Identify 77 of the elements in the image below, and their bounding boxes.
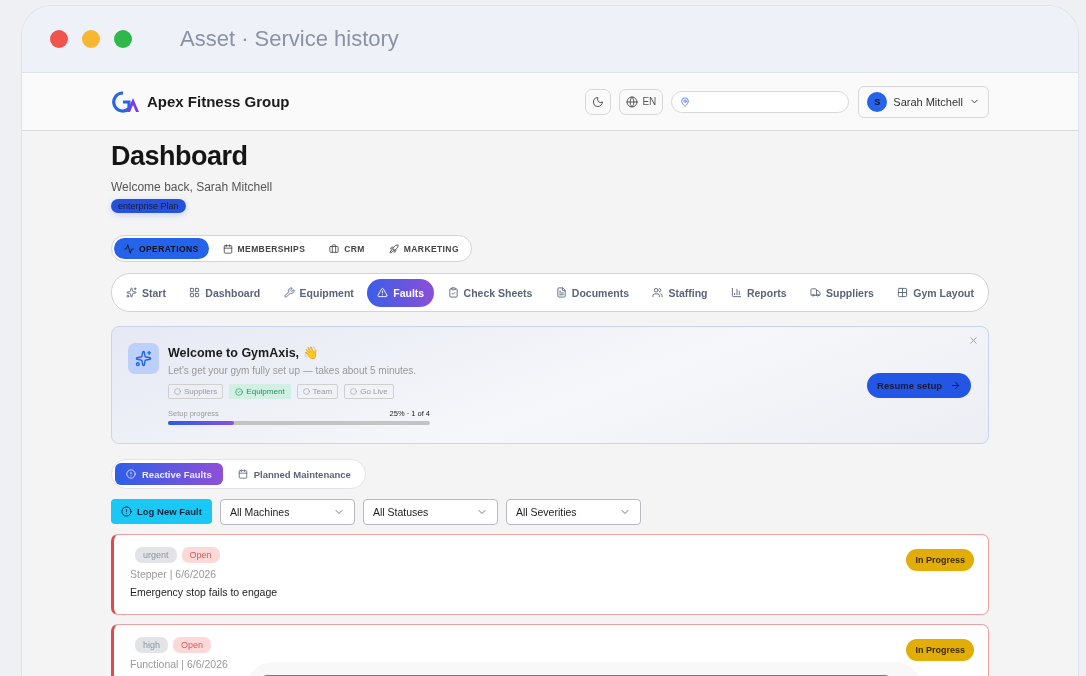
module-tab[interactable]: Documents — [545, 278, 640, 307]
alert-circle-icon — [121, 506, 132, 517]
setup-step-chip: Team — [296, 384, 339, 399]
setup-step-chip: Go Live — [344, 384, 394, 399]
fault-title: Emergency stop fails to engage — [130, 586, 278, 598]
location-field[interactable] — [671, 90, 850, 113]
user-avatar: S — [867, 91, 888, 112]
truck-icon — [810, 287, 822, 298]
filter-dropdown[interactable]: All Statuses — [362, 499, 498, 525]
module-tab[interactable]: Gym Layout — [887, 278, 984, 307]
logo-icon — [111, 89, 139, 114]
log-fault-button[interactable]: Log New Fault — [111, 499, 212, 524]
location-pin-icon — [680, 96, 691, 107]
clipboard-icon — [447, 287, 459, 298]
briefcase-icon — [329, 243, 340, 254]
module-tab[interactable]: Reports — [720, 278, 797, 307]
module-tab[interactable]: Start — [116, 278, 176, 307]
page-title: Dashboard — [111, 141, 249, 172]
setup-subtitle: Let's get your gym fully set up — takes about 5 minutes. — [168, 365, 418, 376]
circle-icon — [302, 388, 310, 395]
sparkle-icon — [126, 287, 137, 298]
grid-icon — [897, 287, 909, 298]
language-button[interactable]: EN — [619, 88, 664, 115]
warning-icon — [377, 287, 389, 298]
theme-toggle-button[interactable] — [585, 88, 612, 115]
rocket-icon — [388, 243, 399, 254]
setup-step-chip: Equipment — [229, 384, 291, 399]
module-tab[interactable]: Faults — [367, 278, 435, 307]
module-tab[interactable]: Equipment — [273, 278, 364, 307]
user-menu-button[interactable]: S Sarah Mitchell — [858, 85, 989, 118]
setup-title: Welcome to GymAxis, 👋 — [168, 345, 320, 360]
maximize-window-button[interactable] — [114, 30, 132, 48]
progress-status-badge: In Progress — [906, 549, 974, 571]
status-tag: Open — [173, 637, 212, 653]
arrow-right-icon — [950, 380, 961, 391]
progress-status-badge: In Progress — [906, 639, 974, 661]
module-tab[interactable]: Check Sheets — [437, 278, 543, 307]
calendar-icon — [222, 243, 233, 254]
filter-dropdown[interactable]: All Severities — [505, 499, 641, 525]
circle-icon — [174, 388, 181, 395]
fault-tab[interactable]: Reactive Faults — [115, 463, 223, 485]
section-tab[interactable]: MEMBERSHIPS — [212, 238, 316, 259]
setup-step-chip: Suppliers — [168, 384, 224, 399]
moon-icon — [592, 95, 605, 108]
document-icon — [555, 287, 567, 298]
status-tag: Open — [181, 547, 220, 563]
fault-card[interactable]: urgent Open Stepper | 6/6/2026 Emergency stop fails to engage In Progress — [111, 534, 989, 615]
module-tab[interactable]: Staffing — [642, 278, 718, 307]
brand-name: Apex Fitness Group — [147, 93, 291, 110]
module-tab[interactable]: Suppliers — [800, 278, 884, 307]
grid-icon — [189, 287, 201, 298]
close-window-button[interactable] — [50, 30, 68, 48]
fault-meta: Stepper | 6/6/2026 — [130, 568, 218, 580]
severity-tag: urgent — [135, 547, 177, 563]
filter-dropdown[interactable]: All Machines — [219, 499, 355, 525]
plan-badge: enterprise Plan — [111, 199, 186, 213]
welcome-text: Welcome back, Sarah Mitchell — [111, 180, 274, 194]
alert-circle-icon — [126, 469, 136, 479]
bar-chart-icon — [730, 287, 742, 298]
pulse-icon — [124, 243, 134, 254]
sparkle-icon — [128, 343, 159, 374]
minimize-window-button[interactable] — [82, 30, 100, 48]
severity-tag: high — [135, 637, 168, 653]
wrench-icon — [283, 287, 295, 298]
fault-meta: Functional | 6/6/2026 — [130, 658, 228, 670]
section-tab[interactable]: OPERATIONS — [114, 238, 209, 259]
fault-tab[interactable]: Planned Maintenance — [226, 463, 362, 485]
globe-icon — [626, 95, 639, 108]
calendar-icon — [237, 469, 248, 479]
module-tab[interactable]: Dashboard — [179, 278, 271, 307]
section-tab[interactable]: CRM — [319, 238, 375, 259]
window-title: Asset · Service history — [180, 26, 399, 52]
circle-icon — [350, 388, 358, 395]
close-icon[interactable] — [968, 335, 979, 346]
people-icon — [652, 287, 664, 298]
section-tab[interactable]: MARKETING — [378, 238, 469, 259]
check-circle-icon — [235, 387, 244, 396]
